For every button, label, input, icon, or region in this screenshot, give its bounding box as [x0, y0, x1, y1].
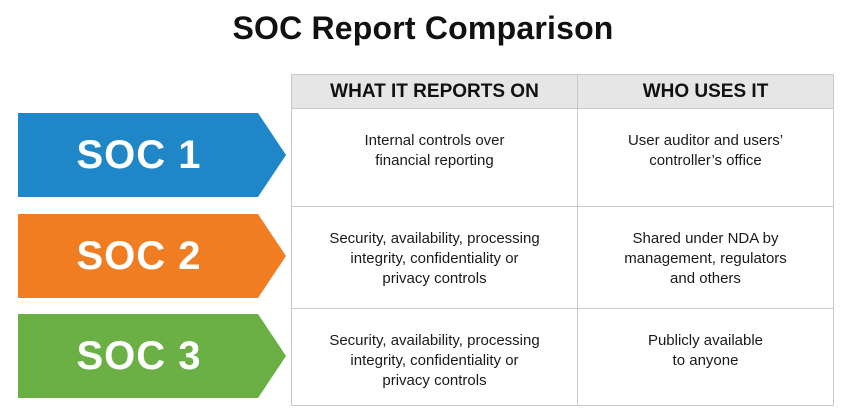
soc3-arrow: SOC 3 — [18, 314, 286, 398]
soc3-label: SOC 3 — [76, 333, 202, 378]
soc3-who-uses-cell: Publicly available to anyone — [647, 332, 764, 369]
table-header-row: WHAT IT REPORTS ON WHO USES IT — [292, 75, 833, 109]
soc2-who-uses-cell: Shared under NDA by management, regulato… — [624, 230, 787, 287]
comparison-table: WHAT IT REPORTS ON WHO USES IT Internal … — [291, 74, 834, 406]
page-title: SOC Report Comparison — [232, 10, 614, 46]
soc2-label: SOC 2 — [76, 233, 202, 278]
soc1-who-uses-cell: User auditor and users’ controller’s off… — [627, 132, 784, 169]
soc2-reports-on-cell: Security, availability, processing integ… — [329, 230, 540, 287]
header-who-uses-it: WHO USES IT — [642, 81, 769, 102]
soc2-arrow: SOC 2 — [18, 214, 286, 298]
soc3-reports-on-cell: Security, availability, processing integ… — [329, 332, 540, 389]
table-row-soc2: Security, availability, processing integ… — [292, 207, 833, 309]
soc1-label: SOC 1 — [76, 132, 202, 177]
soc1-reports-on-cell: Internal controls over financial reporti… — [364, 132, 505, 169]
header-what-it-reports-on: WHAT IT REPORTS ON — [330, 81, 539, 102]
column-divider — [577, 75, 578, 405]
soc1-arrow: SOC 1 — [18, 113, 286, 197]
table-row-soc1: Internal controls over financial reporti… — [292, 109, 833, 207]
table-row-soc3: Security, availability, processing integ… — [292, 309, 833, 405]
